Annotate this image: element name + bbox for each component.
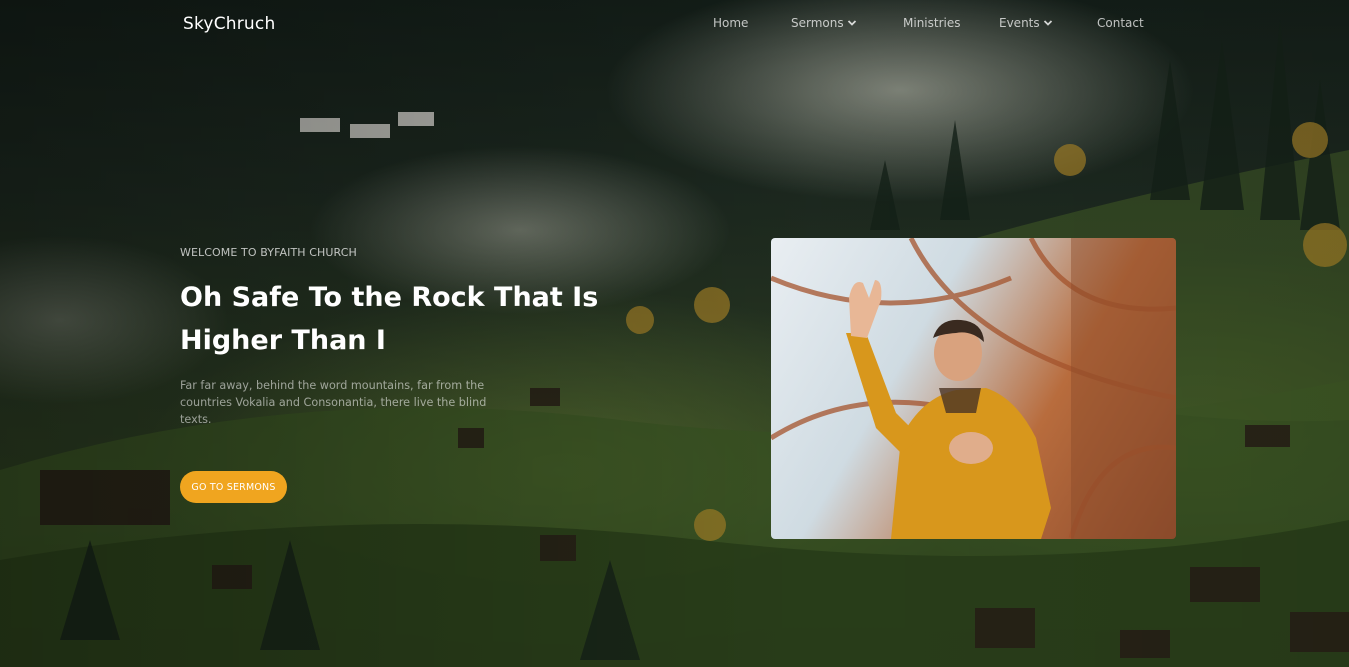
hero-eyebrow: WELCOME TO BYFAITH CHURCH [180,246,357,259]
top-navbar: SkyChruch Home Sermons Ministries Events… [0,0,1349,50]
hero-section: SkyChruch Home Sermons Ministries Events… [0,0,1349,667]
hero-photo-worshipper [771,238,1176,539]
nav-item-label: Ministries [903,16,961,30]
nav-item-label: Home [713,16,749,30]
hero-description: Far far away, behind the word mountains,… [180,379,487,426]
chevron-down-icon [1043,20,1052,26]
nav-item-events[interactable]: Events [999,16,1053,30]
nav-item-label: Events [999,16,1040,30]
go-to-sermons-button[interactable]: GO TO SERMONS [180,471,287,503]
brand-logo[interactable]: SkyChruch [183,14,275,34]
nav-item-ministries[interactable]: Ministries [903,16,961,30]
chevron-down-icon [847,20,856,26]
nav-item-label: Sermons [791,16,844,30]
nav-item-home[interactable]: Home [713,16,748,30]
nav-item-label: Contact [1097,16,1144,30]
hero-headline: Oh Safe To the Rock That Is Higher Than … [180,282,599,356]
nav-item-contact[interactable]: Contact [1097,16,1144,30]
nav-item-sermons[interactable]: Sermons [791,16,857,30]
